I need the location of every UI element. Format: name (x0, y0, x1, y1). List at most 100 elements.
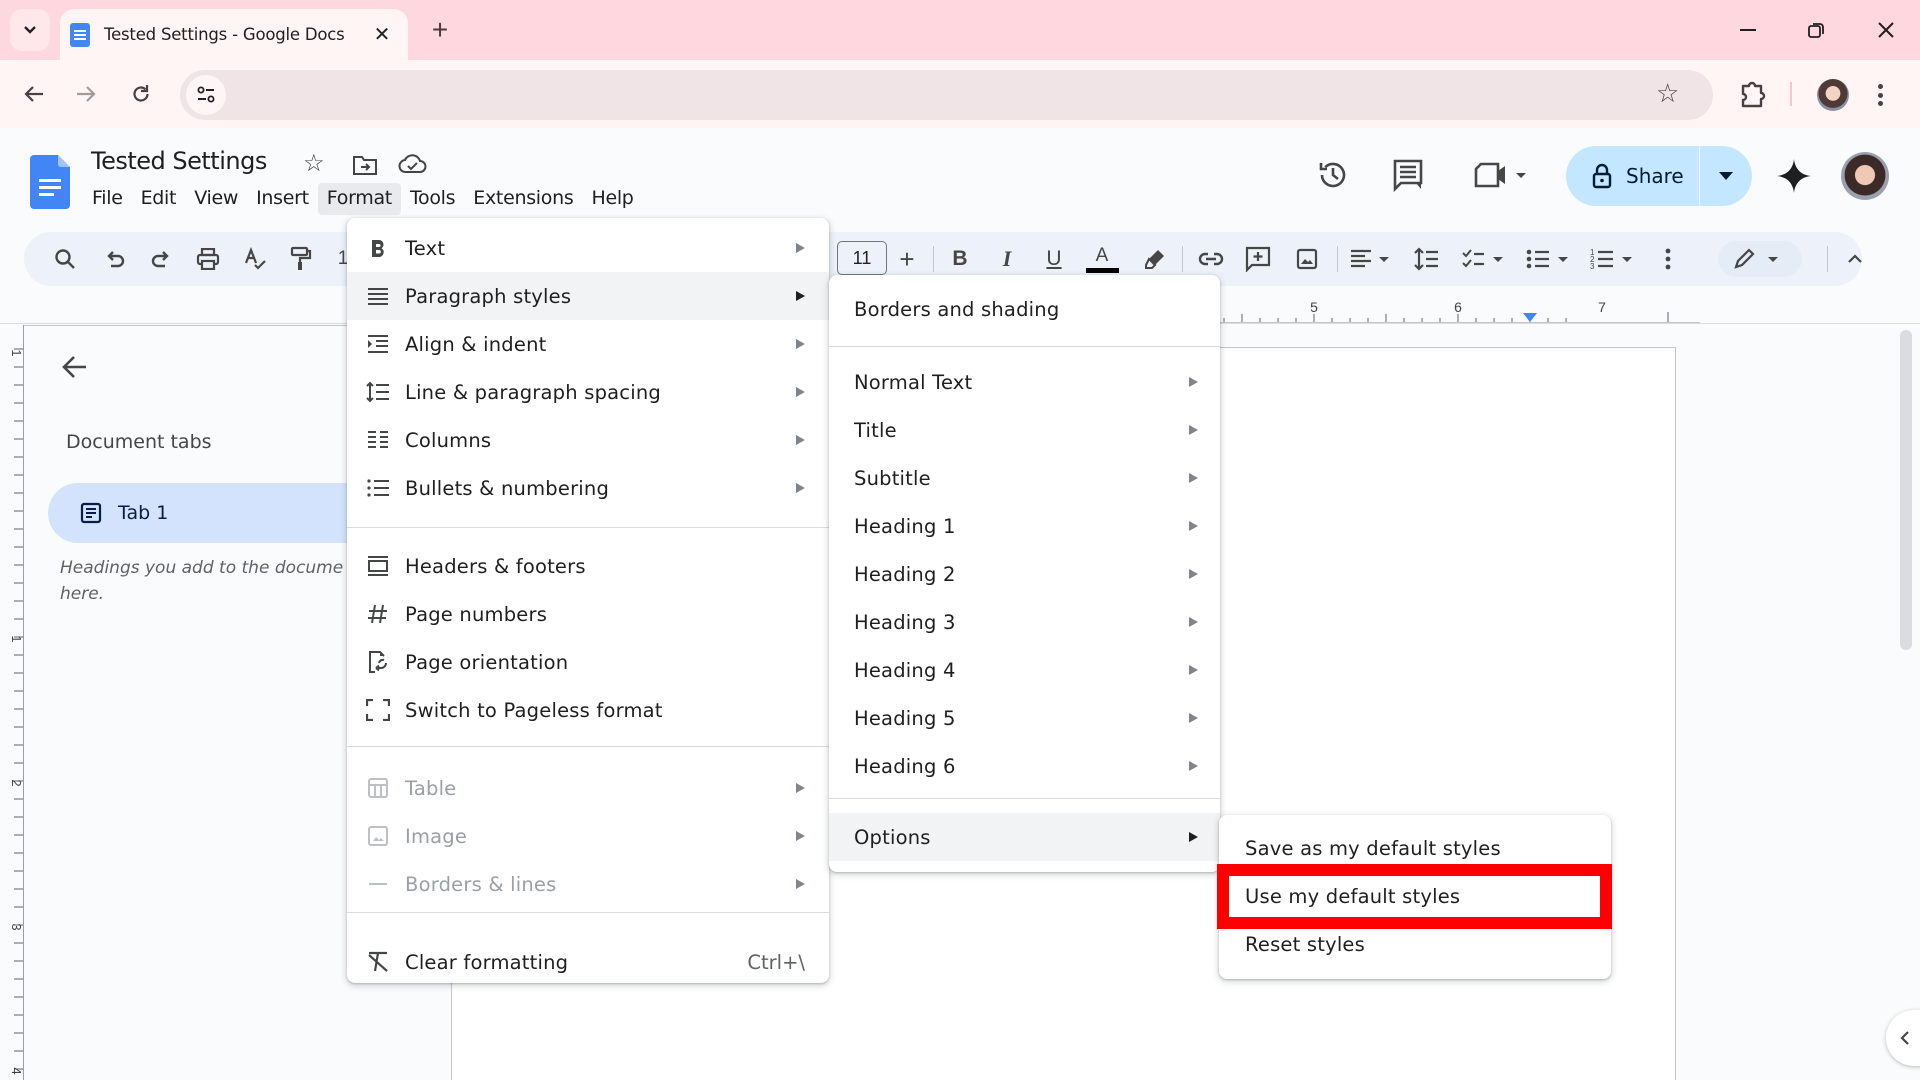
highlight-color-button[interactable] (1138, 243, 1172, 275)
bulleted-list-dropdown[interactable] (1525, 243, 1581, 275)
editing-mode-dropdown[interactable] (1718, 241, 1802, 277)
paragraph-style-item-heading-2[interactable]: Heading 2 (829, 550, 1220, 598)
format-menu-item-text[interactable]: Text (347, 224, 829, 272)
move-to-folder-icon[interactable] (352, 154, 378, 176)
back-button[interactable] (14, 74, 54, 114)
bookmark-star-icon[interactable]: ☆ (1656, 78, 1679, 109)
meet-button[interactable] (1467, 157, 1537, 193)
paragraph-style-item-heading-3[interactable]: Heading 3 (829, 598, 1220, 646)
menu-format[interactable]: Format (317, 183, 401, 215)
format-menu-item-align-indent[interactable]: Align & indent (347, 320, 829, 368)
paragraph-style-item-borders-and-shading[interactable]: Borders and shading (829, 285, 1220, 333)
line-spacing-button[interactable] (1410, 243, 1444, 275)
search-menus-button[interactable] (48, 243, 82, 275)
align-dropdown[interactable] (1347, 243, 1397, 275)
more-vert-icon[interactable] (1874, 80, 1886, 110)
numbered-list-dropdown[interactable]: 123 (1589, 243, 1645, 275)
format-menu-item-switch-to-pageless-format[interactable]: Switch to Pageless format (347, 686, 829, 734)
format-menu-item-columns[interactable]: Columns (347, 416, 829, 464)
tab-search-button[interactable] (10, 9, 50, 51)
format-menu-item-paragraph-styles[interactable]: Paragraph styles (347, 272, 829, 320)
extensions-button[interactable] (1735, 76, 1771, 112)
side-panel-toggle[interactable] (1886, 1010, 1920, 1066)
italic-button[interactable]: I (992, 243, 1022, 275)
gemini-button[interactable] (1775, 157, 1813, 195)
highlighter-icon (1144, 248, 1166, 270)
menu-tools[interactable]: Tools (401, 183, 464, 215)
submenu-arrow-icon (796, 435, 805, 445)
menu-help[interactable]: Help (582, 183, 642, 215)
spelling-check-button[interactable] (238, 243, 272, 275)
docs-logo-icon[interactable] (30, 155, 70, 209)
browser-tab[interactable]: Tested Settings - Google Docs ✕ (60, 9, 408, 60)
undo-button[interactable] (98, 243, 132, 275)
menu-extensions[interactable]: Extensions (464, 183, 582, 215)
paragraph-style-item-heading-4[interactable]: Heading 4 (829, 646, 1220, 694)
redo-button[interactable] (144, 243, 178, 275)
add-comment-icon (1245, 246, 1271, 272)
paint-format-button[interactable] (284, 243, 318, 275)
close-tab-icon[interactable]: ✕ (370, 22, 394, 47)
checklist-dropdown[interactable] (1460, 243, 1516, 275)
hide-menus-button[interactable] (1840, 243, 1870, 275)
minimize-icon (1740, 29, 1756, 31)
vertical-scrollbar[interactable] (1900, 330, 1912, 650)
menu-item-label: Heading 5 (854, 706, 956, 730)
close-outline-button[interactable] (60, 352, 92, 384)
format-menu-item-image: Image (347, 812, 829, 860)
new-tab-button[interactable]: + (424, 14, 456, 46)
format-menu-item-page-orientation[interactable]: Page orientation (347, 638, 829, 686)
format-menu-item-clear-formatting[interactable]: Clear formatting Ctrl+\ (347, 938, 829, 986)
increase-font-size-button[interactable]: + (892, 243, 922, 275)
menu-view[interactable]: View (185, 183, 247, 215)
options-item-reset-styles[interactable]: Reset styles (1219, 920, 1611, 968)
text-color-button[interactable]: A (1085, 243, 1119, 275)
cloud-saved-icon[interactable] (398, 152, 428, 176)
restore-button[interactable] (1792, 10, 1840, 50)
profile-avatar[interactable] (1817, 79, 1849, 111)
forward-button[interactable] (66, 74, 106, 114)
options-item-use-my-default-styles[interactable]: Use my default styles (1219, 872, 1611, 920)
document-icon (80, 502, 102, 524)
minimize-button[interactable] (1724, 10, 1772, 50)
paragraph-style-item-options[interactable]: Options (829, 813, 1220, 861)
star-icon[interactable]: ☆ (303, 149, 325, 178)
share-button[interactable]: Share (1566, 146, 1700, 206)
right-indent-marker[interactable] (1523, 313, 1537, 322)
format-menu-item-headers-footers[interactable]: Headers & footers (347, 542, 829, 590)
options-item-save-as-my-default-styles[interactable]: Save as my default styles (1219, 824, 1611, 872)
account-avatar[interactable] (1841, 152, 1889, 200)
font-size-input[interactable]: 11 (837, 241, 887, 275)
insert-image-button[interactable] (1290, 243, 1324, 275)
format-menu-item-line-paragraph-spacing[interactable]: Line & paragraph spacing (347, 368, 829, 416)
menu-edit[interactable]: Edit (132, 183, 186, 215)
submenu-arrow-icon (1189, 713, 1198, 723)
menu-file[interactable]: File (83, 183, 132, 215)
table-icon (365, 775, 391, 801)
paragraph-style-item-heading-6[interactable]: Heading 6 (829, 742, 1220, 790)
paragraph-style-item-normal-text[interactable]: Normal Text (829, 358, 1220, 406)
insert-link-button[interactable] (1194, 243, 1228, 275)
restore-icon (1807, 21, 1825, 39)
reload-button[interactable] (121, 74, 161, 114)
add-comment-button[interactable] (1241, 243, 1275, 275)
bold-button[interactable]: B (945, 243, 975, 275)
underline-button[interactable]: U (1039, 243, 1069, 275)
paragraph-style-item-heading-5[interactable]: Heading 5 (829, 694, 1220, 742)
document-title[interactable]: Tested Settings (91, 147, 267, 175)
close-window-button[interactable] (1862, 10, 1910, 50)
share-options-dropdown[interactable] (1700, 172, 1752, 180)
paragraph-style-item-subtitle[interactable]: Subtitle (829, 454, 1220, 502)
comments-button[interactable] (1390, 157, 1426, 193)
lock-icon (1592, 163, 1612, 189)
version-history-button[interactable] (1315, 157, 1351, 193)
site-info-button[interactable] (186, 75, 226, 115)
address-bar[interactable] (180, 70, 1713, 120)
format-menu-item-bullets-numbering[interactable]: Bullets & numbering (347, 464, 829, 512)
format-menu-item-page-numbers[interactable]: Page numbers (347, 590, 829, 638)
menu-insert[interactable]: Insert (247, 183, 318, 215)
paragraph-style-item-title[interactable]: Title (829, 406, 1220, 454)
paragraph-style-item-heading-1[interactable]: Heading 1 (829, 502, 1220, 550)
print-button[interactable] (191, 243, 225, 275)
more-options-button[interactable] (1658, 243, 1678, 275)
